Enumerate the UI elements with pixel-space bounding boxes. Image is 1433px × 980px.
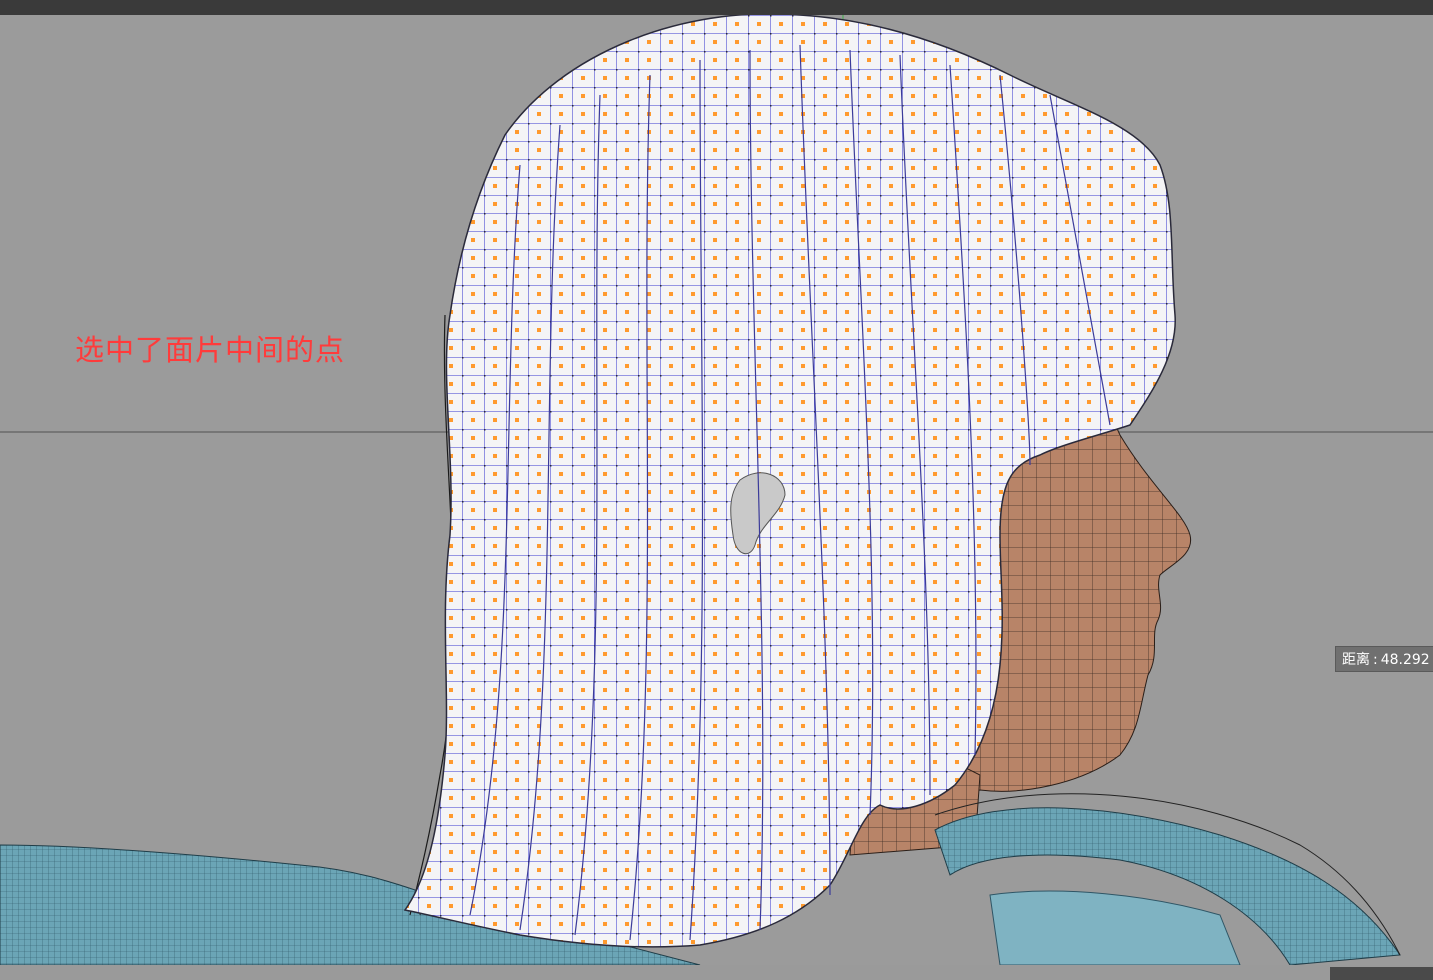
viewport-canvas[interactable] — [0, 15, 1433, 965]
distance-label: 距离 — [1342, 652, 1370, 668]
distance-separator: : — [1373, 652, 1378, 668]
viewport-top-bar — [0, 0, 1433, 15]
distance-value: 48.292 — [1380, 652, 1430, 668]
annotation-text: 选中了面片中间的点 — [75, 333, 346, 367]
distance-readout: 距离:48.292 — [1335, 646, 1433, 672]
3d-viewport[interactable]: 选中了面片中间的点 距离:48.292 — [0, 15, 1433, 980]
chest-cloth-mesh — [989, 890, 1241, 965]
status-strip — [1330, 967, 1433, 980]
